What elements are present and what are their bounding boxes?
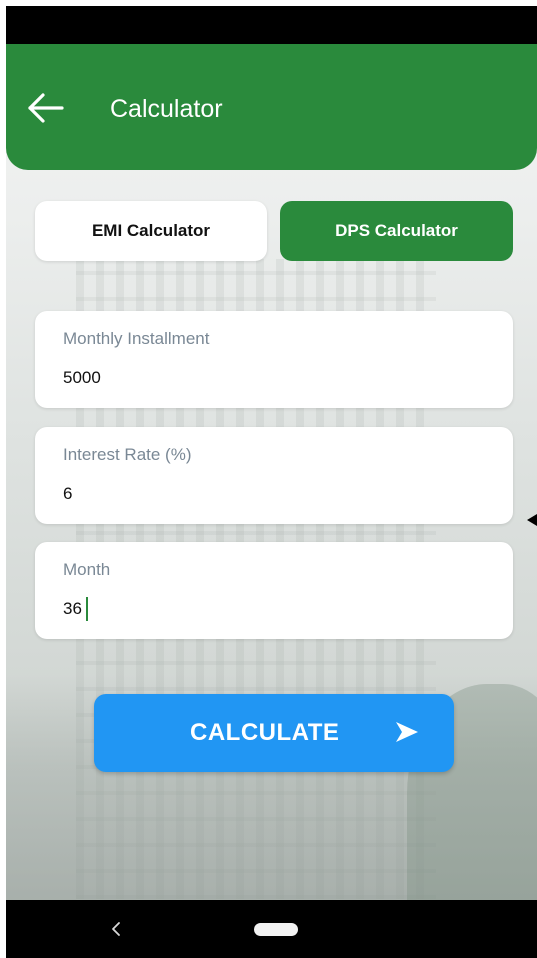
status-bar	[6, 6, 537, 44]
calculate-button-label: CALCULATE	[190, 719, 340, 746]
text-cursor	[86, 597, 88, 621]
tab-dps-calculator-label: DPS Calculator	[335, 221, 458, 240]
nav-home-pill-icon[interactable]	[254, 923, 298, 936]
month-label: Month	[63, 560, 111, 579]
monthly-installment-field[interactable]: Monthly Installment	[35, 311, 513, 408]
month-input[interactable]	[63, 596, 483, 622]
system-nav-bar	[6, 900, 537, 958]
interest-rate-label: Interest Rate (%)	[63, 445, 192, 464]
edge-pointer-icon	[527, 514, 537, 526]
calculate-button[interactable]: CALCULATE	[94, 694, 454, 772]
month-field[interactable]: Month	[35, 542, 513, 639]
nav-back-icon[interactable]	[106, 919, 126, 939]
monthly-installment-label: Monthly Installment	[63, 329, 210, 348]
interest-rate-input[interactable]	[63, 481, 483, 507]
arrow-left-icon	[28, 93, 64, 123]
interest-rate-field[interactable]: Interest Rate (%)	[35, 427, 513, 524]
tab-emi-calculator-label: EMI Calculator	[91, 221, 211, 240]
tab-emi-calculator[interactable]: EMI Calculator	[35, 201, 267, 261]
back-button[interactable]	[24, 86, 68, 130]
tab-dps-calculator[interactable]: DPS Calculator	[280, 201, 513, 261]
phone-screen: Calculator EMI Calculator DPS Calculator…	[6, 6, 537, 958]
page-title: Calculator	[110, 95, 223, 123]
send-arrow-icon	[396, 722, 418, 742]
app-bar: Calculator	[6, 44, 537, 170]
monthly-installment-input[interactable]	[63, 365, 483, 391]
